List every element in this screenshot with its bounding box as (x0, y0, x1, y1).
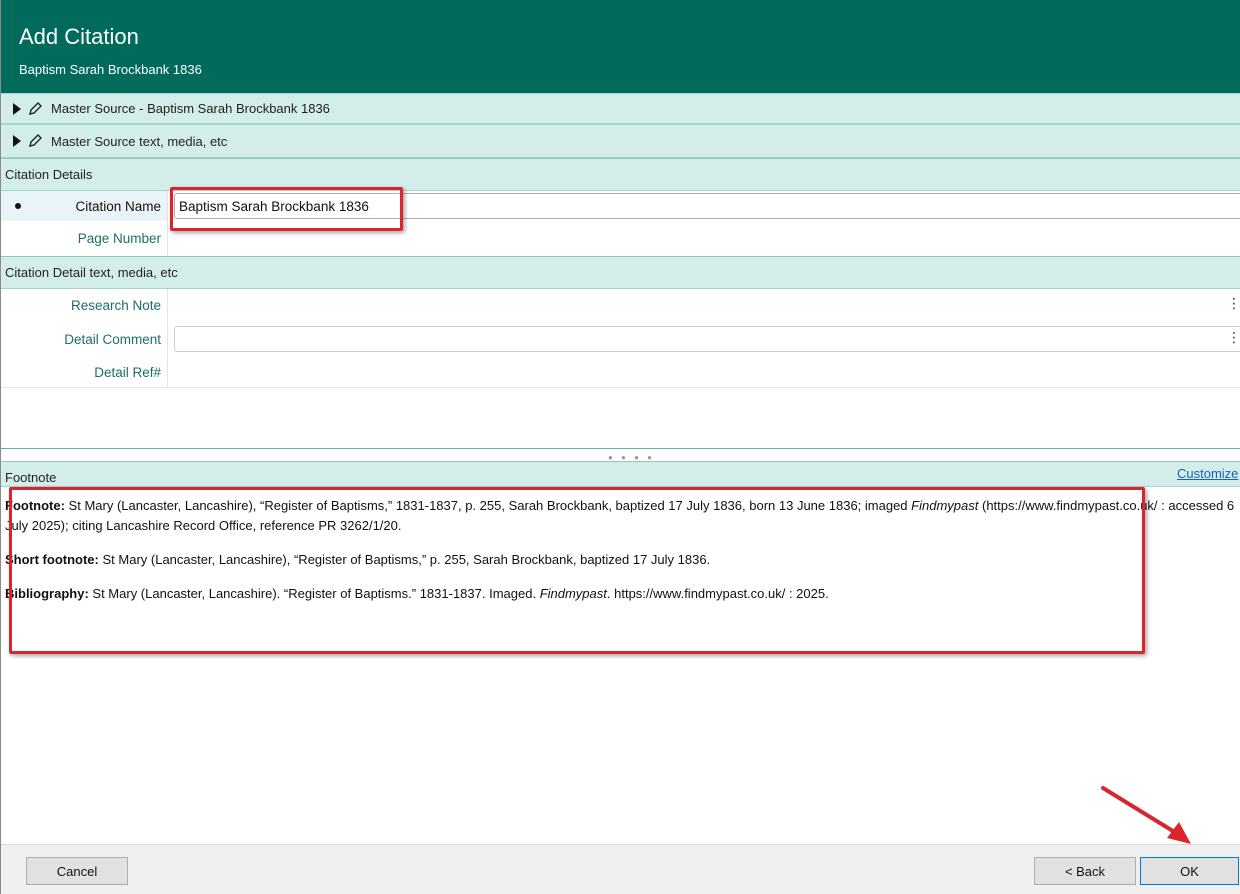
expand-triangle-icon[interactable] (13, 135, 21, 147)
footnote-italic: Findmypast (911, 498, 979, 513)
page-number-input[interactable] (167, 221, 1240, 256)
detail-ref-input[interactable] (167, 357, 1240, 387)
ellipsis-icon[interactable]: ⋮ (1227, 295, 1240, 312)
footnote-paragraph: Footnote: St Mary (Lancaster, Lancashire… (5, 496, 1237, 536)
page-number-label: Page Number (77, 231, 161, 246)
citation-detail-text-label: Citation Detail text, media, etc (5, 265, 178, 280)
ok-button[interactable]: OK (1140, 857, 1239, 885)
master-source-section[interactable]: Master Source - Baptism Sarah Brockbank … (1, 93, 1240, 124)
detail-comment-input[interactable] (174, 326, 1240, 352)
citation-name-row[interactable]: Citation Name Baptism Sarah Brockbank 18… (1, 191, 1240, 221)
red-arrow-icon (1101, 786, 1191, 844)
citation-name-input[interactable]: Baptism Sarah Brockbank 1836 (174, 193, 1240, 219)
footnote-header: Footnote Customize (1, 461, 1240, 487)
detail-comment-label: Detail Comment (64, 331, 161, 347)
citation-details-label: Citation Details (5, 167, 93, 182)
title-bar: Add Citation Baptism Sarah Brockbank 183… (1, 0, 1240, 93)
detail-ref-row[interactable]: Detail Ref# (1, 357, 1240, 388)
cancel-button[interactable]: Cancel (26, 857, 128, 885)
pen-icon (29, 134, 42, 147)
master-source-label: Master Source - Baptism Sarah Brockbank … (51, 101, 330, 116)
window-subtitle: Baptism Sarah Brockbank 1836 (19, 62, 202, 77)
short-footnote-label: Short footnote: (5, 552, 99, 567)
short-footnote-text: St Mary (Lancaster, Lancashire), “Regist… (102, 552, 711, 567)
button-bar: Cancel < Back OK (1, 844, 1240, 894)
research-note-label: Research Note (70, 297, 161, 313)
master-source-text-section[interactable]: Master Source text, media, etc (1, 124, 1240, 158)
add-citation-window: Add Citation Baptism Sarah Brockbank 183… (0, 0, 1240, 894)
master-source-text-label: Master Source text, media, etc (51, 133, 228, 149)
page-number-row[interactable]: Page Number (1, 221, 1240, 256)
research-note-field[interactable]: ⋮ (167, 289, 1240, 321)
detail-comment-row[interactable]: Detail Comment ⋮ (1, 321, 1240, 357)
footnote-label: Footnote: (5, 498, 65, 513)
customize-link[interactable]: Customize (1177, 466, 1238, 481)
citation-detail-text-header: Citation Detail text, media, etc (1, 256, 1240, 289)
research-note-row[interactable]: Research Note ⋮ (1, 289, 1240, 321)
bibliography-text: St Mary (Lancaster, Lancashire). “Regist… (92, 586, 537, 601)
short-footnote-paragraph: Short footnote: St Mary (Lancaster, Lanc… (5, 550, 1237, 570)
bibliography-italic: Findmypast (539, 586, 607, 601)
ellipsis-icon[interactable]: ⋮ (1227, 329, 1240, 346)
bibliography-text-cont: . https://www.findmypast.co.uk/ : 2025. (606, 586, 829, 601)
footnote-header-label: Footnote (5, 470, 57, 485)
bibliography-label: Bibliography: (5, 586, 89, 601)
footnote-preview: Footnote: St Mary (Lancaster, Lancashire… (5, 496, 1237, 618)
window-title: Add Citation (19, 24, 139, 49)
pane-splitter[interactable]: ● ● ● ● (1, 448, 1240, 462)
detail-ref-label: Detail Ref# (94, 364, 161, 380)
pen-icon (29, 101, 42, 115)
expand-triangle-icon[interactable] (13, 102, 21, 115)
citation-name-label: Citation Name (1, 191, 167, 221)
footnote-text: St Mary (Lancaster, Lancashire), “Regist… (68, 498, 908, 513)
bibliography-paragraph: Bibliography: St Mary (Lancaster, Lancas… (5, 584, 1237, 604)
back-button[interactable]: < Back (1034, 857, 1136, 885)
citation-details-header: Citation Details (1, 158, 1240, 191)
required-bullet-icon (15, 203, 21, 209)
